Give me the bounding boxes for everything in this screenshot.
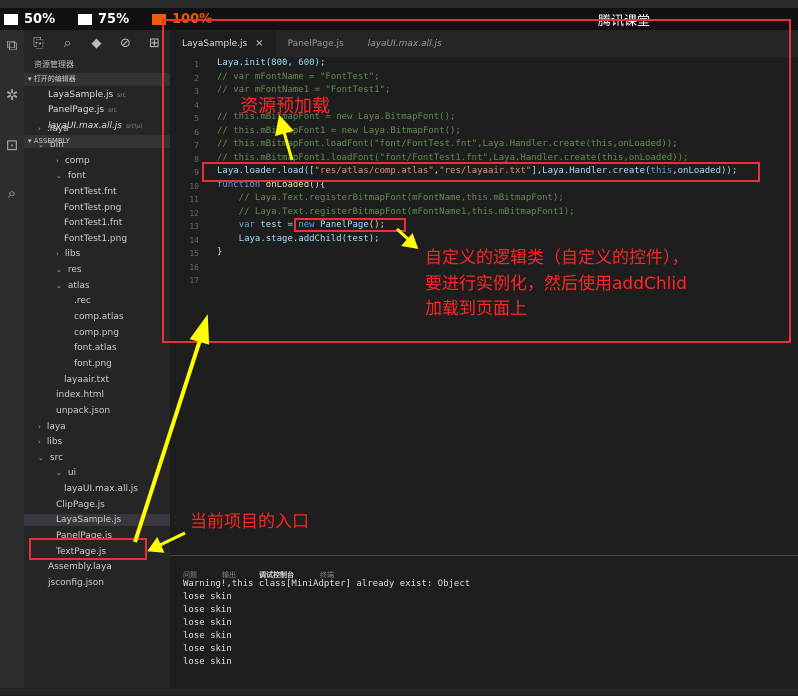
entry-label-arrow [147, 531, 186, 553]
annotation-custom-class-line2: 要进行实例化，然后使用addChlid [425, 274, 687, 294]
preload-arrow [275, 114, 294, 161]
annotation-custom-class-line3: 加载到页面上 [425, 299, 527, 319]
annotation-custom-class-line1: 自定义的逻辑类（自定义的控件）， [425, 248, 689, 268]
entry-to-editor-arrow [133, 314, 210, 543]
annotation-arrows [133, 114, 419, 553]
custom-class-arrow [395, 227, 419, 249]
annotation-preload: 资源预加载 [240, 96, 330, 117]
annotation-entry: 当前项目的入口 [190, 512, 309, 532]
